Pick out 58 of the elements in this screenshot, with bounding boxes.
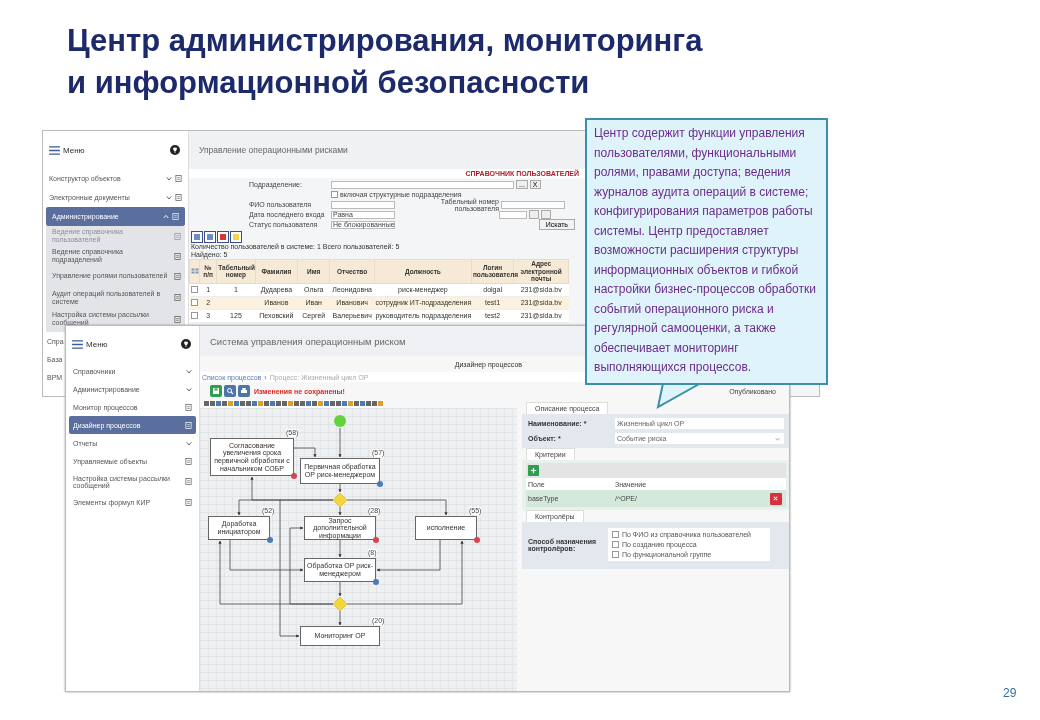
name-field[interactable]: [331, 200, 395, 209]
menu-title: Меню: [86, 339, 109, 349]
document-icon: [185, 403, 192, 411]
checkbox[interactable]: [331, 191, 338, 198]
document-icon: [185, 478, 192, 485]
diagram-toolbar-drawing[interactable]: [204, 400, 384, 408]
slide-title: Центр администрирования, мониторинга: [67, 22, 704, 60]
toolbar-icon[interactable]: [191, 231, 203, 243]
print-button[interactable]: [238, 385, 250, 397]
menu-icon[interactable]: [49, 145, 60, 155]
plus-icon: [530, 467, 537, 474]
document-icon: [172, 213, 179, 220]
checkbox[interactable]: [612, 541, 619, 548]
toolbar-icon[interactable]: [217, 231, 229, 243]
checkbox[interactable]: [612, 531, 619, 538]
toolbar-icon[interactable]: [230, 231, 242, 243]
gateway-diamond: [332, 492, 348, 508]
department-field[interactable]: [331, 180, 514, 189]
pin-icon[interactable]: [181, 339, 191, 349]
grid-icon[interactable]: [191, 267, 199, 274]
checkbox[interactable]: [190, 286, 198, 293]
document-icon: [185, 457, 192, 465]
document-icon: [174, 294, 181, 301]
gateway-diamond: [332, 596, 348, 612]
document-icon: [185, 421, 192, 429]
toolbar-icon[interactable]: [204, 231, 216, 243]
document-icon: [174, 315, 181, 323]
page-number: 29: [1003, 686, 1017, 700]
menu-title: Меню: [63, 145, 86, 155]
document-icon: [174, 272, 181, 280]
document-icon: [174, 232, 181, 240]
start-event-circle: [334, 415, 346, 427]
pin-icon[interactable]: [170, 145, 180, 155]
document-icon: [185, 498, 192, 506]
delete-button[interactable]: [770, 492, 782, 505]
document-icon: [175, 194, 182, 201]
save-button[interactable]: [210, 385, 222, 397]
app-title: Система управления операционным риском: [210, 335, 406, 347]
menu-icon[interactable]: [72, 339, 83, 349]
edit-button[interactable]: [541, 210, 551, 219]
document-icon: [175, 175, 182, 182]
printer-icon: [240, 387, 248, 395]
date-field[interactable]: [499, 210, 527, 219]
checkbox[interactable]: [612, 551, 619, 558]
document-icon: [174, 252, 181, 260]
employee-number-field[interactable]: [501, 200, 565, 209]
checkbox[interactable]: [190, 312, 198, 319]
save-icon: [212, 387, 220, 395]
chevron-icon: [775, 436, 780, 441]
calendar-button[interactable]: [529, 210, 539, 219]
search-icon: [226, 387, 234, 395]
page-title: Управление операционными рисками: [199, 145, 348, 155]
add-button[interactable]: [528, 465, 539, 476]
search-button[interactable]: [224, 385, 236, 397]
checkbox[interactable]: [190, 299, 198, 306]
callout-text: Центр содержит функции управления пользователями, функциональными ролями, правами доступа; ведения журналов аудита операций в системе; конфигурирования параметров работы системы. Центр предоставляет возможности расширения структуры информационных объектов и гибкой настройки бизнес-процессов обработки событий операционного риска и регулярной самооценки, а также обеспечивает мониторинг выполняющихся процессов.: [585, 118, 828, 385]
close-icon: [772, 494, 779, 502]
slide-title: и информационной безопасности: [67, 64, 591, 102]
